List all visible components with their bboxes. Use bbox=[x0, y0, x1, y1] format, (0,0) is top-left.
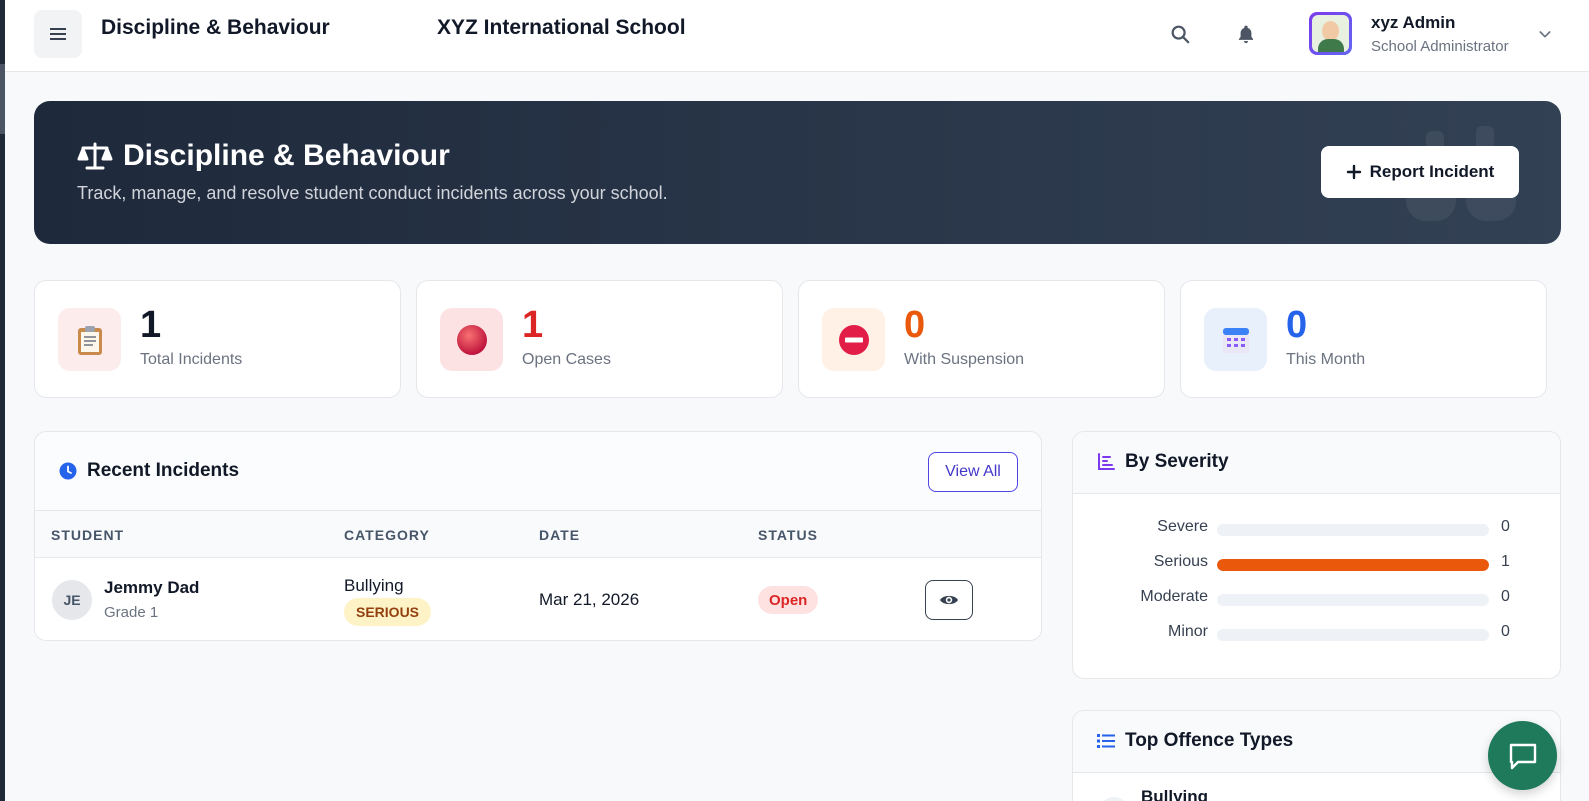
report-incident-label: Report Incident bbox=[1369, 162, 1495, 181]
offence-rank-badge bbox=[1099, 797, 1129, 801]
column-header-date: DATE bbox=[539, 527, 581, 543]
eye-icon bbox=[940, 595, 958, 605]
offence-type-item: Bullying bbox=[1141, 787, 1209, 801]
severity-badge: SERIOUS bbox=[344, 598, 432, 626]
list-icon bbox=[1097, 734, 1115, 748]
severity-count: 0 bbox=[1501, 518, 1510, 535]
hero-banner: Discipline & Behaviour Track, manage, an… bbox=[34, 101, 1561, 244]
top-offence-types-title-text: Top Offence Types bbox=[1125, 730, 1294, 751]
student-grade: Grade 1 bbox=[104, 604, 159, 621]
hamburger-icon bbox=[50, 28, 66, 40]
severity-name: Serious bbox=[1153, 553, 1208, 570]
top-offence-types-header: Top Offence Types bbox=[1073, 711, 1560, 773]
student-name: Jemmy Dad bbox=[104, 578, 200, 597]
red-circle-icon bbox=[440, 308, 503, 371]
column-header-student: STUDENT bbox=[51, 527, 125, 543]
stat-label: This Month bbox=[1286, 351, 1366, 368]
hero-title-text: Discipline & Behaviour bbox=[123, 139, 450, 172]
stat-this-month: 0 This Month bbox=[1180, 280, 1547, 398]
stat-open-cases: 1 Open Cases bbox=[416, 280, 783, 398]
calendar-icon bbox=[1204, 308, 1267, 371]
by-severity-title-text: By Severity bbox=[1125, 451, 1229, 472]
user-role: School Administrator bbox=[1371, 38, 1509, 55]
severity-name: Moderate bbox=[1140, 588, 1208, 605]
stat-total-incidents: 1 Total Incidents bbox=[34, 280, 401, 398]
stat-label: Total Incidents bbox=[140, 351, 243, 368]
severity-row: Minor 0 bbox=[1073, 623, 1560, 645]
column-header-status: STATUS bbox=[758, 527, 818, 543]
user-name: xyz Admin bbox=[1371, 13, 1456, 32]
severity-bar-track bbox=[1217, 559, 1489, 571]
stat-with-suspension: 0 With Suspension bbox=[798, 280, 1165, 398]
search-icon bbox=[1171, 25, 1190, 44]
stat-value: 0 bbox=[904, 304, 926, 346]
incident-date: Mar 21, 2026 bbox=[539, 590, 640, 609]
incident-category: Bullying bbox=[344, 576, 404, 595]
severity-bar-fill bbox=[1217, 559, 1489, 571]
search-button[interactable] bbox=[1166, 20, 1194, 48]
top-offence-types-title: Top Offence Types bbox=[1097, 730, 1293, 752]
student-initials-avatar: JE bbox=[52, 580, 92, 620]
severity-count: 0 bbox=[1501, 623, 1510, 640]
by-severity-title: By Severity bbox=[1097, 451, 1229, 473]
severity-count: 0 bbox=[1501, 588, 1510, 605]
recent-incidents-panel: Recent Incidents View All STUDENT CATEGO… bbox=[34, 431, 1042, 641]
plus-icon bbox=[1346, 164, 1361, 180]
stat-label: With Suspension bbox=[904, 351, 1025, 368]
left-sidebar-edge bbox=[0, 0, 5, 801]
table-row[interactable]: JE Jemmy Dad Grade 1 Bullying SERIOUS Ma… bbox=[35, 558, 1041, 640]
severity-bar-track bbox=[1217, 629, 1489, 641]
recent-incidents-title: Recent Incidents bbox=[59, 460, 239, 482]
chat-icon bbox=[1509, 743, 1536, 769]
by-severity-header: By Severity bbox=[1073, 432, 1560, 494]
top-bar: Discipline & Behaviour XYZ International… bbox=[5, 0, 1589, 72]
severity-row: Severe 0 bbox=[1073, 518, 1560, 540]
scale-icon bbox=[77, 142, 113, 170]
stat-value: 1 bbox=[522, 304, 544, 346]
recent-incidents-title-text: Recent Incidents bbox=[87, 460, 240, 481]
stat-value: 0 bbox=[1286, 304, 1308, 346]
stat-label: Open Cases bbox=[522, 351, 611, 368]
severity-name: Severe bbox=[1157, 518, 1208, 535]
school-name: XYZ International School bbox=[437, 16, 686, 39]
page-title: Discipline & Behaviour bbox=[101, 16, 330, 39]
column-header-category: CATEGORY bbox=[344, 527, 430, 543]
severity-count: 1 bbox=[1501, 553, 1510, 570]
severity-row: Serious 1 bbox=[1073, 553, 1560, 575]
report-incident-button[interactable]: Report Incident bbox=[1321, 146, 1519, 198]
severity-name: Minor bbox=[1167, 623, 1208, 640]
view-all-button[interactable]: View All bbox=[928, 452, 1018, 492]
bell-icon bbox=[1238, 25, 1254, 44]
hero-subtitle: Track, manage, and resolve student condu… bbox=[77, 183, 668, 203]
severity-bar-track bbox=[1217, 594, 1489, 606]
stat-value: 1 bbox=[140, 304, 162, 346]
hero-title: Discipline & Behaviour bbox=[77, 139, 450, 173]
severity-bar-track bbox=[1217, 524, 1489, 536]
by-severity-panel: By Severity Severe 0 Serious 1 Moderate 0 Mino… bbox=[1072, 431, 1561, 679]
clock-icon bbox=[59, 462, 77, 480]
chat-button[interactable] bbox=[1488, 721, 1557, 790]
notifications-button[interactable] bbox=[1232, 20, 1260, 48]
view-incident-button[interactable] bbox=[925, 580, 973, 620]
table-header: STUDENT CATEGORY DATE STATUS bbox=[35, 510, 1041, 558]
menu-toggle-button[interactable] bbox=[34, 10, 82, 58]
chevron-down-icon bbox=[1539, 31, 1551, 38]
bar-chart-icon bbox=[1098, 453, 1115, 470]
status-badge: Open bbox=[758, 586, 819, 614]
user-avatar[interactable] bbox=[1309, 12, 1352, 55]
severity-row: Moderate 0 bbox=[1073, 588, 1560, 610]
user-menu-toggle[interactable] bbox=[1537, 26, 1553, 47]
no-entry-icon bbox=[822, 308, 885, 371]
clipboard-icon bbox=[58, 308, 121, 371]
